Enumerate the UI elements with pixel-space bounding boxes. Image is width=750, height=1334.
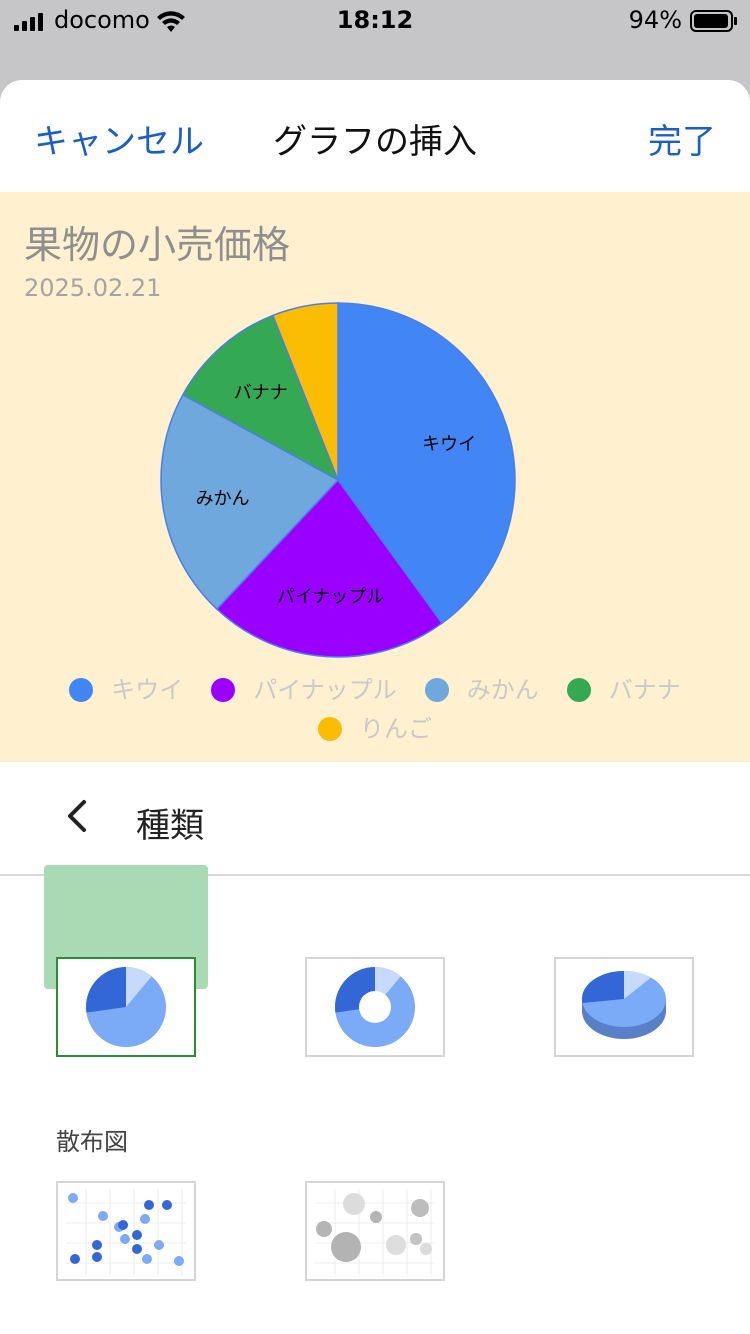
scatter-chart-icon (66, 1189, 186, 1275)
legend-item: みかん (424, 672, 539, 708)
chevron-left-icon[interactable] (58, 794, 98, 838)
legend-label: りんご (360, 715, 432, 743)
legend-label: パイナップル (253, 676, 397, 704)
3d-pie-chart-icon (581, 970, 666, 1039)
bubble-chart-option[interactable] (305, 1181, 445, 1281)
bubble-chart-icon (315, 1189, 435, 1275)
donut-chart-icon (335, 967, 415, 1047)
done-button[interactable]: 完了 (648, 114, 716, 163)
nav-bar: キャンセル グラフの挿入 完了 (0, 80, 750, 192)
chart-type-header: 種類 (0, 762, 750, 876)
battery-icon (690, 10, 737, 32)
legend-dot (318, 717, 342, 741)
legend-label: キウイ (111, 676, 184, 704)
donut-chart-option[interactable] (305, 957, 445, 1057)
legend-item: バナナ (566, 672, 681, 708)
legend-label: みかん (466, 676, 539, 704)
legend-item: りんご (318, 711, 432, 747)
legend-dot (566, 678, 591, 702)
status-bar: docomo 18:12 94% (0, 0, 750, 44)
slice-label: パイナップル (277, 587, 385, 608)
pie-chart-icon (86, 967, 166, 1047)
scatter-chart-option[interactable] (56, 1181, 196, 1281)
slice-label: バナナ (234, 382, 288, 403)
legend-label: バナナ (608, 676, 681, 704)
legend-dot (69, 678, 94, 702)
chart-preview: 果物の小売価格 2025.02.21 キウイ パイナップル みかん バナナ キウイ パイ… (0, 192, 750, 762)
chart-type-title: 種類 (136, 806, 204, 846)
legend-dot (211, 678, 236, 702)
slice-label: みかん (196, 488, 250, 509)
3d-pie-chart-option[interactable] (554, 957, 694, 1057)
pie-chart-option[interactable] (56, 957, 196, 1057)
legend-dot (424, 678, 449, 702)
battery-percent: 94% (628, 6, 682, 34)
slice-label: キウイ (422, 434, 476, 455)
chart-legend: キウイ パイナップル みかん バナナりんご (40, 672, 710, 750)
section-label-scatter: 散布図 (56, 1128, 128, 1156)
legend-item: パイナップル (211, 672, 397, 708)
legend-item: キウイ (69, 672, 183, 708)
page-title: グラフの挿入 (273, 122, 477, 162)
